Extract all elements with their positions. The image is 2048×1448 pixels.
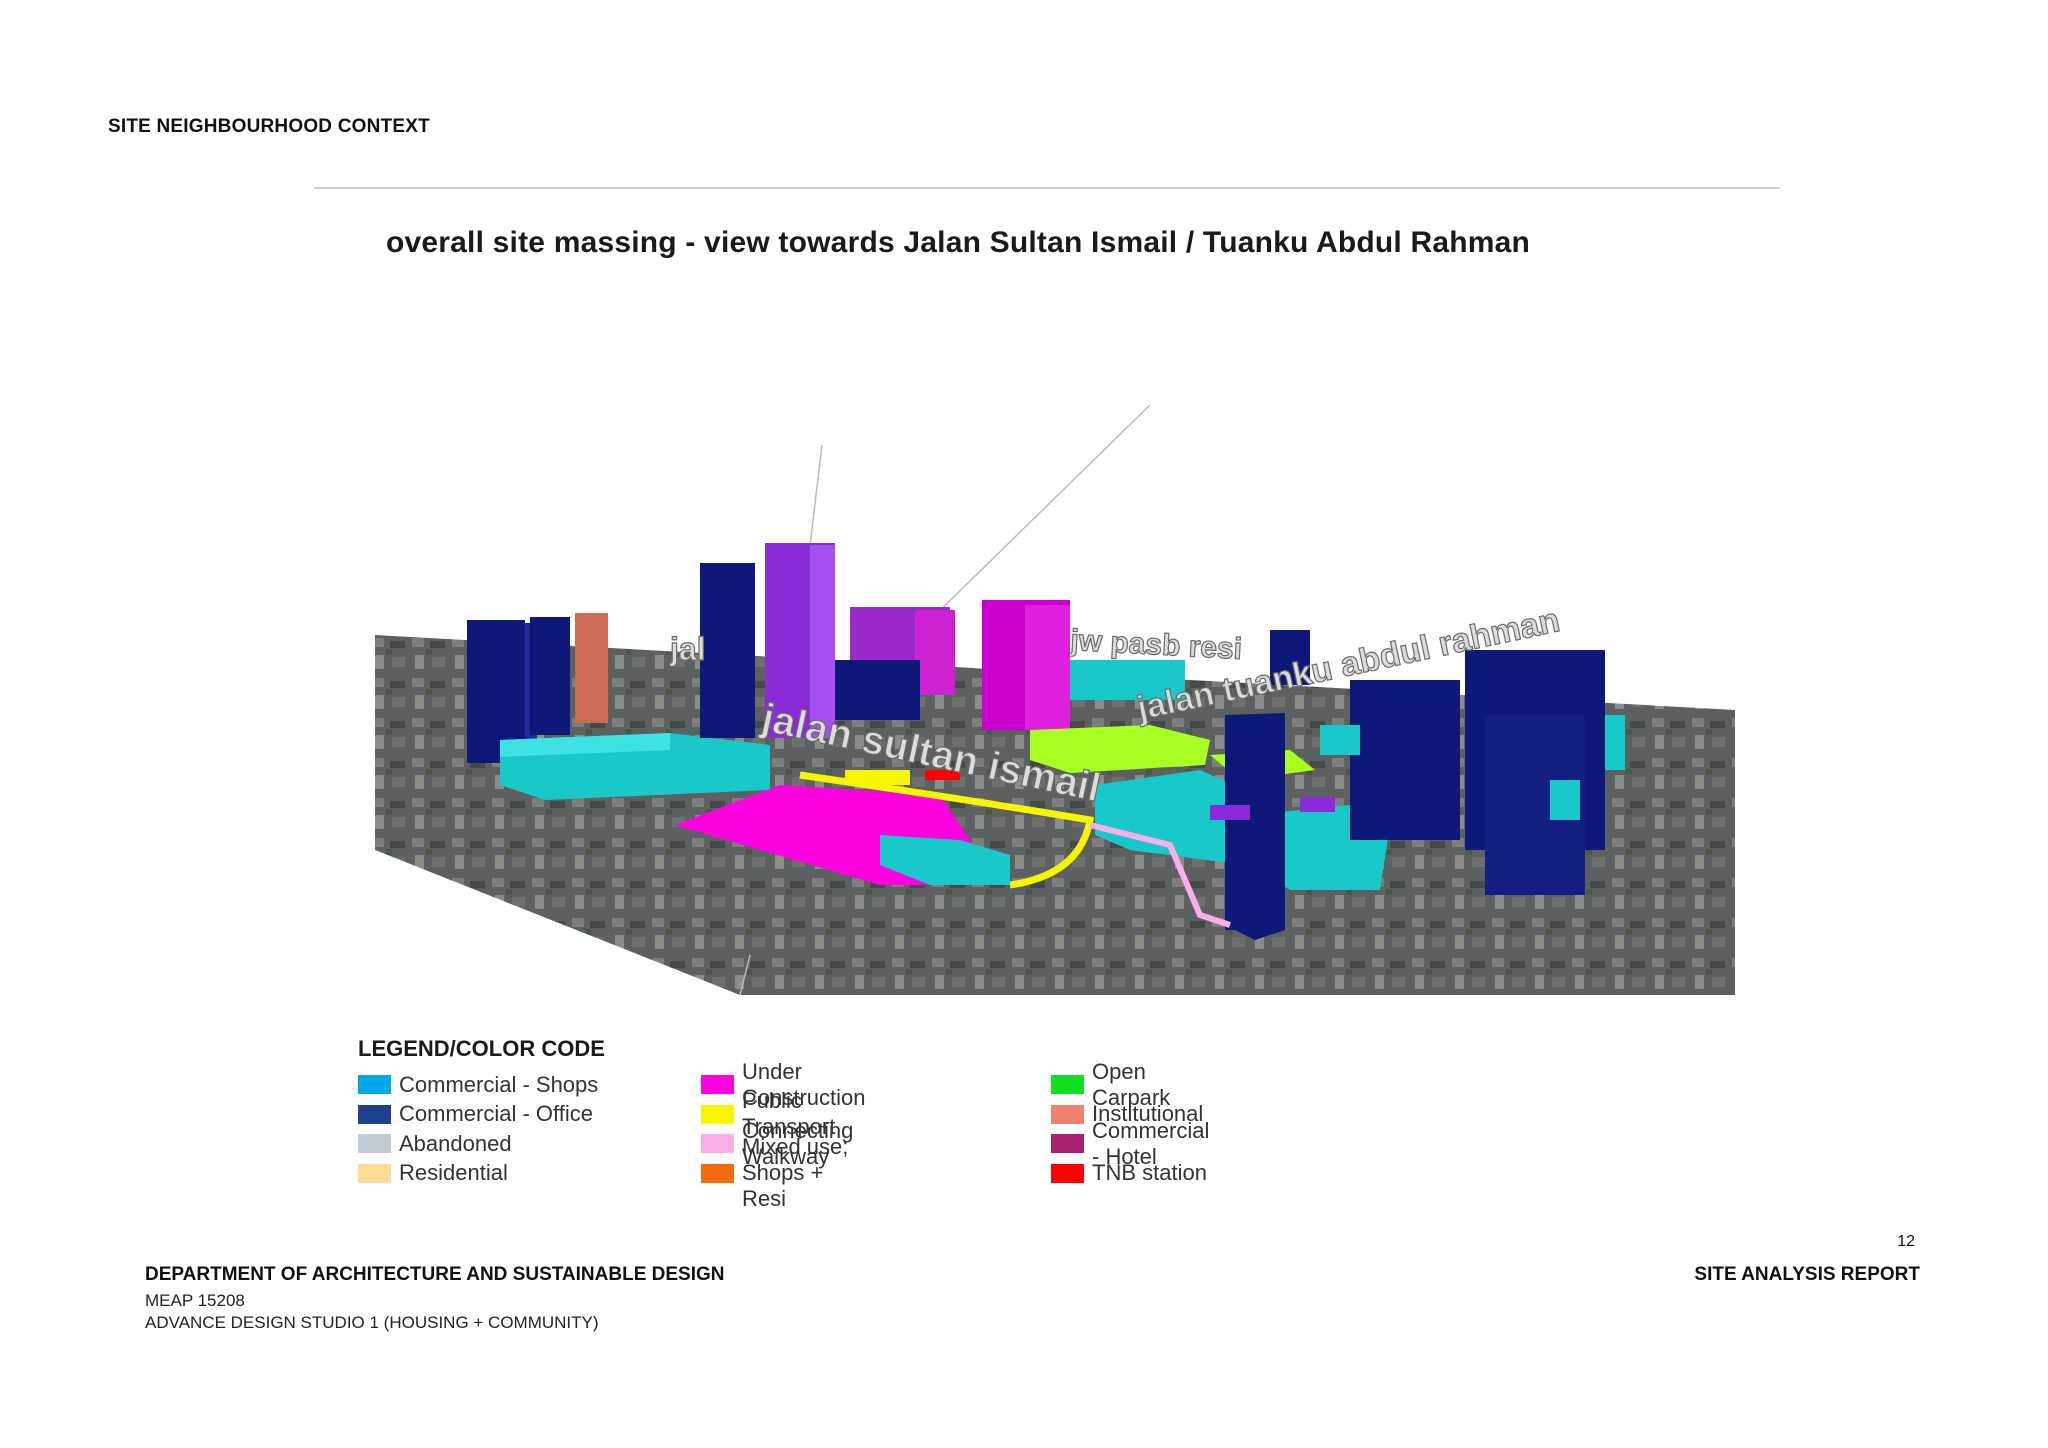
legend-column: Commercial - Shops Commercial - Office A… xyxy=(358,1070,598,1188)
legend-swatch-abandoned xyxy=(358,1134,391,1154)
legend: LEGEND/COLOR CODE Commercial - Shops Com… xyxy=(358,1036,1209,1211)
department-name: DEPARTMENT OF ARCHITECTURE AND SUSTAINAB… xyxy=(145,1264,725,1285)
legend-label: TNB station xyxy=(1092,1160,1207,1186)
legend-label: Commercial - Shops xyxy=(399,1071,599,1097)
section-title: SITE NEIGHBOURHOOD CONTEXT xyxy=(108,116,430,137)
legend-label: Commercial - Office xyxy=(399,1101,593,1127)
course-name: ADVANCE DESIGN STUDIO 1 (HOUSING + COMMU… xyxy=(145,1313,599,1332)
site-massing-model-image: jalan sultan ismail jalan tuanku abdul r… xyxy=(375,404,1735,996)
legend-title: LEGEND/COLOR CODE xyxy=(358,1036,605,1061)
legend-swatch-under-construction xyxy=(701,1075,734,1095)
legend-swatch-commercial-office xyxy=(358,1104,391,1124)
header-divider xyxy=(314,187,1780,189)
legend-swatch-residential xyxy=(358,1163,391,1183)
legend-item: Commercial - Hotel xyxy=(1051,1118,1209,1169)
legend-swatch-public-transport xyxy=(701,1104,734,1124)
legend-label: Residential xyxy=(399,1160,508,1186)
legend-swatch-commercial-hotel xyxy=(1051,1134,1084,1154)
street-label-resi: jw pasb resi xyxy=(1069,624,1243,666)
legend-label: Mixed use; Shops + Resi xyxy=(742,1134,849,1212)
legend-swatch-mixed-use xyxy=(701,1163,734,1183)
legend-item: Residential xyxy=(358,1159,598,1189)
legend-item: Mixed use; Shops + Resi xyxy=(701,1134,866,1211)
legend-swatch-connecting-walkway xyxy=(701,1134,734,1154)
legend-swatch-institutional xyxy=(1051,1104,1084,1124)
legend-column: Under Construction Public Transport Conn… xyxy=(701,1059,866,1211)
office-tower xyxy=(700,563,755,738)
legend-swatch-commercial-shops xyxy=(358,1075,391,1095)
legend-item: TNB station xyxy=(1051,1159,1209,1189)
figure-title: overall site massing - view towards Jala… xyxy=(386,226,1531,259)
legend-item: Abandoned xyxy=(358,1129,598,1159)
legend-label: Abandoned xyxy=(399,1130,512,1156)
legend-swatch-tnb-station xyxy=(1051,1163,1084,1183)
office-tower xyxy=(835,660,920,720)
course-code: MEAP 15208 xyxy=(145,1291,245,1310)
report-title: SITE ANALYSIS REPORT xyxy=(1694,1264,1920,1285)
legend-swatch-open-carpark xyxy=(1051,1075,1084,1095)
page-number: 12 xyxy=(1897,1233,1915,1250)
office-tower xyxy=(1350,680,1460,840)
institutional-tower xyxy=(575,613,608,723)
legend-column: Open Carpark Institutional Commercial - … xyxy=(1051,1059,1209,1189)
legend-item: Open Carpark xyxy=(1051,1059,1209,1110)
legend-item: Commercial - Office xyxy=(358,1100,598,1130)
street-label-jal: jal xyxy=(669,631,706,667)
office-tower xyxy=(530,617,570,735)
legend-item: Commercial - Shops xyxy=(358,1070,598,1100)
